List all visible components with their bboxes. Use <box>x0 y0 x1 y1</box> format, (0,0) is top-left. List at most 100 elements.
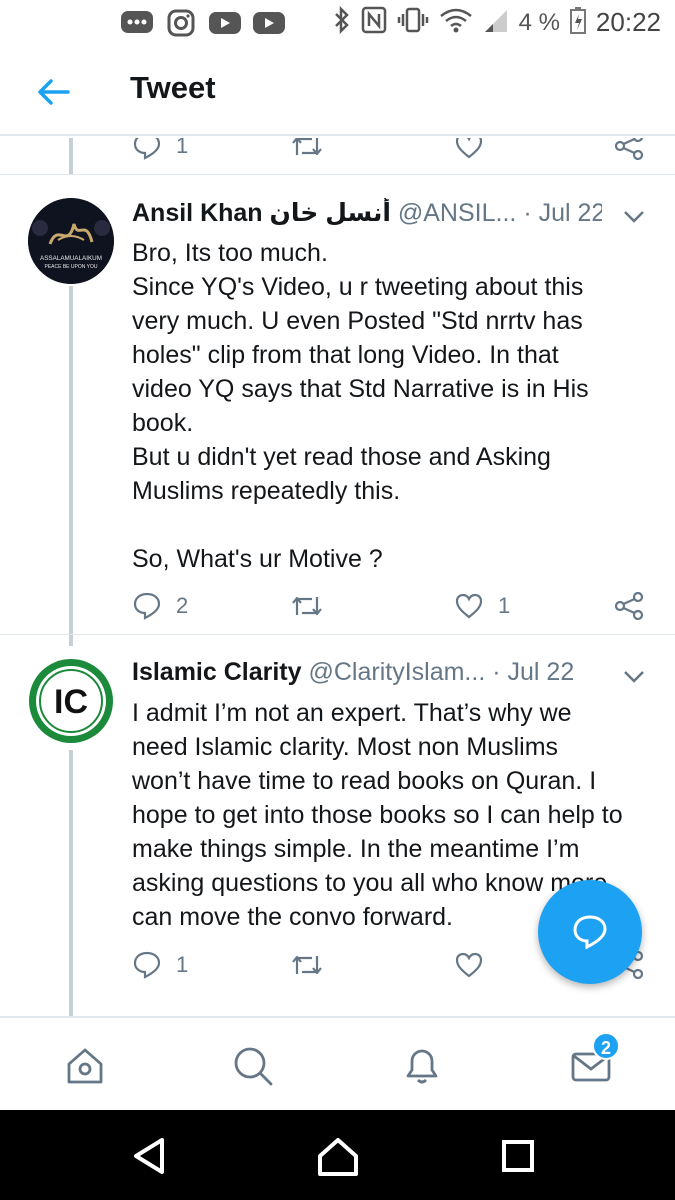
tweet-text-line <box>132 508 657 542</box>
square-recents-icon <box>502 1140 534 1172</box>
ic-logo-avatar-image: IC <box>29 659 113 743</box>
status-bar: 4 % 20:22 <box>0 0 675 48</box>
instagram-icon <box>164 8 198 38</box>
heart-icon <box>455 138 483 159</box>
system-icons: 4 % 20:22 <box>333 5 661 39</box>
tweet-text-line: But u didn't yet read those and Asking <box>132 443 551 471</box>
tweet-text-line: book. <box>132 409 194 437</box>
tweet-date[interactable]: Jul 22 <box>508 658 575 686</box>
triangle-back-icon <box>134 1138 164 1174</box>
system-navigation-bar <box>0 1110 675 1200</box>
reply-count: 1 <box>176 138 189 158</box>
tweet-text-line: hope to get into those books so I can he… <box>132 801 623 829</box>
tweet-menu-button[interactable] <box>620 202 648 230</box>
tweet-header: Ansil Khan أنسل خان @ANSIL... · Jul 22 <box>132 198 602 232</box>
chevron-down-icon <box>624 211 644 223</box>
bottom-navigation <box>0 1016 675 1110</box>
tweet-text: Bro, Its too much. Since YQ's Video, u r… <box>132 236 657 576</box>
retweet-button[interactable] <box>290 586 324 626</box>
system-home-button[interactable] <box>314 1132 362 1180</box>
nav-notifications-button[interactable] <box>400 1044 444 1088</box>
chevron-down-icon <box>624 671 644 683</box>
search-icon <box>234 1047 273 1086</box>
reply-count: 1 <box>176 952 189 977</box>
youtube-icon <box>208 8 242 38</box>
signal-icon <box>483 6 509 39</box>
share-icon <box>614 591 644 621</box>
clock: 20:22 <box>595 7 661 37</box>
page-title: Tweet <box>130 70 216 105</box>
battery-icon <box>569 6 586 39</box>
tweet-text-line: holes" clip from that long Video. In tha… <box>132 341 559 369</box>
messages-icon <box>120 8 154 38</box>
tweet-text-line: I admit I’m not an expert. That’s why we <box>132 699 572 727</box>
retweet-button[interactable] <box>290 945 324 985</box>
reply-button[interactable]: 1 <box>132 138 188 166</box>
heart-icon <box>455 593 483 619</box>
notification-icons <box>120 8 286 38</box>
home-outline-icon <box>318 1138 358 1176</box>
divider <box>0 634 675 635</box>
arrow-left-icon <box>38 79 70 105</box>
nav-home-button[interactable] <box>63 1044 107 1088</box>
messages-badge: 2 <box>592 1032 620 1060</box>
retweet-icon <box>292 138 322 156</box>
retweet-icon <box>292 596 322 616</box>
system-back-button[interactable] <box>126 1132 174 1180</box>
display-name[interactable]: Islamic Clarity <box>132 658 302 686</box>
nav-search-button[interactable] <box>231 1044 275 1088</box>
reply-count: 2 <box>176 593 189 618</box>
user-handle[interactable]: @ClarityIslam... <box>308 658 485 686</box>
tweet-text-line: need Islamic clarity. Most non Muslims <box>132 733 559 761</box>
tweet-menu-button[interactable] <box>620 662 648 690</box>
tweet-text-line: Muslims repeatedly this. <box>132 477 401 505</box>
divider <box>0 174 675 175</box>
avatar[interactable]: ASSALAMUALAIKUM PEACE BE UPON YOU <box>28 198 114 284</box>
nfc-icon <box>361 6 387 39</box>
reply-icon <box>133 951 161 979</box>
bell-icon <box>406 1049 438 1084</box>
tweet[interactable]: ASSALAMUALAIKUM PEACE BE UPON YOU Ansil … <box>0 198 675 638</box>
previous-tweet-actions: 1 <box>132 138 652 166</box>
system-recents-button[interactable] <box>494 1132 542 1180</box>
battery-percent: 4 % <box>518 8 560 36</box>
youtube-icon <box>252 8 286 38</box>
tweet-text-line: very much. U even Posted "Std nrrtv has <box>132 307 583 335</box>
user-handle[interactable]: @ANSIL... <box>398 199 516 227</box>
heart-icon <box>455 952 483 978</box>
share-button[interactable] <box>614 138 644 166</box>
reply-icon <box>133 592 161 620</box>
separator: · <box>523 199 532 227</box>
share-icon <box>614 138 644 161</box>
tweet-text-line: Bro, Its too much. <box>132 239 328 267</box>
wifi-icon <box>439 6 473 39</box>
back-button[interactable] <box>34 72 74 112</box>
like-button[interactable] <box>454 138 484 166</box>
like-button[interactable] <box>454 945 484 985</box>
avatar[interactable]: IC <box>28 658 114 744</box>
top-bar: Tweet <box>0 48 675 136</box>
tweet-text-line: video YQ says that Std Narrative is in H… <box>132 375 589 403</box>
thread-line <box>69 138 73 174</box>
tweet-text-line: Since YQ's Video, u r tweeting about thi… <box>132 273 584 301</box>
separator: · <box>492 658 501 686</box>
share-button[interactable] <box>614 586 644 626</box>
avatar-text-top: ASSALAMUALAIKUM <box>40 255 102 262</box>
avatar-text: IC <box>54 683 88 721</box>
tweet-text-line: So, What's ur Motive ? <box>132 545 383 573</box>
display-name[interactable]: Ansil Khan أنسل خان <box>132 199 391 227</box>
like-button[interactable]: 1 <box>454 586 510 626</box>
vibrate-icon <box>397 6 429 39</box>
tweet-text-line: make things simple. In the meantime I’m <box>132 835 580 863</box>
reply-fab-button[interactable] <box>538 880 642 984</box>
like-count: 1 <box>498 593 511 618</box>
reply-icon <box>133 138 161 160</box>
home-icon <box>67 1048 103 1084</box>
reply-button[interactable]: 1 <box>132 945 188 985</box>
tweet-date[interactable]: Jul 22 <box>539 199 602 227</box>
retweet-button[interactable] <box>290 138 324 166</box>
tweet-actions: 2 1 <box>132 586 652 626</box>
reply-button[interactable]: 2 <box>132 586 188 626</box>
reply-icon <box>573 915 607 950</box>
calligraphy-avatar-image: ASSALAMUALAIKUM PEACE BE UPON YOU <box>28 198 114 284</box>
